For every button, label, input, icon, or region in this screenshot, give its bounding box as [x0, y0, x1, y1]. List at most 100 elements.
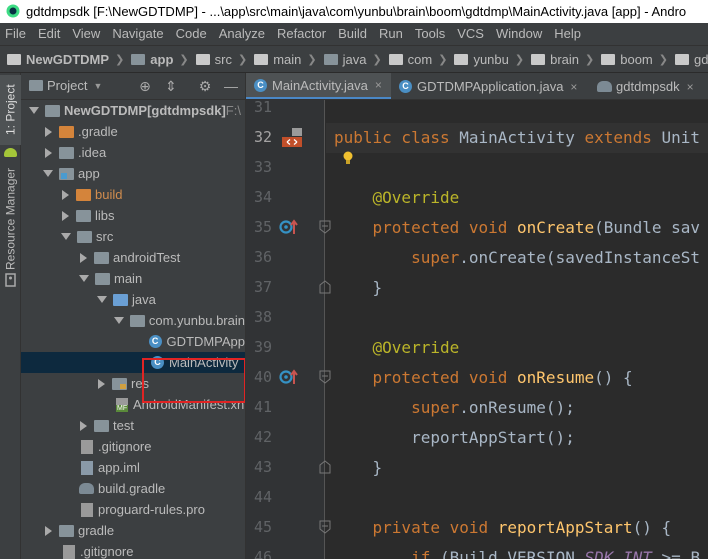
- project-icon: [29, 80, 43, 91]
- breadcrumb-item[interactable]: brain ❯: [524, 46, 594, 72]
- line-number: 34: [253, 188, 272, 206]
- close-icon[interactable]: ×: [375, 78, 382, 92]
- minimize-icon[interactable]: —: [223, 78, 239, 94]
- override-method-icon[interactable]: [279, 368, 301, 386]
- menu-vcs[interactable]: VCS: [451, 23, 490, 45]
- resource-folder-icon: [112, 377, 127, 390]
- tree-item-idea[interactable]: .idea: [21, 142, 245, 163]
- tree-item-gradle[interactable]: gradle: [21, 520, 245, 541]
- breadcrumb-item[interactable]: src ❯: [189, 46, 247, 72]
- menu-refactor[interactable]: Refactor: [271, 23, 332, 45]
- package-icon: [388, 54, 403, 65]
- tab-project[interactable]: 1: Project: [0, 75, 21, 145]
- project-view-selector[interactable]: Project ▼: [29, 78, 102, 93]
- tree-item-gdtdmpapp[interactable]: C GDTDMPApp: [21, 331, 245, 352]
- tree-item-test[interactable]: test: [21, 415, 245, 436]
- tree-item-package[interactable]: com.yunbu.brain: [21, 310, 245, 331]
- breadcrumb-label: yunbu: [473, 52, 509, 67]
- tree-item-build-gradle[interactable]: build.gradle: [21, 478, 245, 499]
- breadcrumb-item[interactable]: yunbu ❯: [447, 46, 524, 72]
- breadcrumb-item[interactable]: main ❯: [247, 46, 317, 72]
- class-hierarchy-icon[interactable]: [281, 126, 303, 148]
- locate-icon[interactable]: ⊕: [137, 78, 153, 94]
- tree-item-main[interactable]: main: [21, 268, 245, 289]
- breadcrumb-item[interactable]: gdtdmp❯: [668, 46, 708, 72]
- tree-item-build[interactable]: build: [21, 184, 245, 205]
- lightbulb-icon[interactable]: [342, 151, 354, 165]
- chevron-right-icon: [62, 189, 69, 200]
- menu-build[interactable]: Build: [332, 23, 373, 45]
- tree-item-root-gitignore[interactable]: .gitignore: [21, 541, 245, 559]
- menu-analyze[interactable]: Analyze: [213, 23, 271, 45]
- iml-file-icon: [81, 460, 93, 475]
- tree-label: main: [114, 271, 143, 286]
- module-folder-icon: [131, 54, 146, 65]
- breadcrumb-item[interactable]: com ❯: [382, 46, 448, 72]
- tree-item-java[interactable]: java: [21, 289, 245, 310]
- chevron-right-icon: [45, 525, 52, 536]
- folder-icon: [76, 188, 91, 201]
- source-folder-icon: [323, 54, 338, 65]
- override-method-icon[interactable]: [279, 218, 301, 236]
- menu-code[interactable]: Code: [170, 23, 213, 45]
- chevron-down-icon: [61, 233, 71, 240]
- chevron-right-icon: ❯: [658, 54, 668, 66]
- breadcrumb-label: src: [214, 52, 232, 67]
- folder-icon: [59, 125, 74, 138]
- chevron-right-icon: ❯: [372, 54, 382, 66]
- tree-label: androidTest: [113, 250, 181, 265]
- menu-navigate[interactable]: Navigate: [106, 23, 169, 45]
- tree-item-gradle-dir[interactable]: .gradle: [21, 121, 245, 142]
- chevron-right-icon: ❯: [438, 54, 448, 66]
- tree-item-proguard[interactable]: proguard-rules.pro: [21, 499, 245, 520]
- tree-item-res[interactable]: res: [21, 373, 245, 394]
- tab-label: gdtdmpsdk: [616, 79, 680, 94]
- menu-window[interactable]: Window: [490, 23, 548, 45]
- tab-gdtdmpapplication[interactable]: C GDTDMPApplication.java ×: [391, 73, 589, 99]
- menu-tools[interactable]: Tools: [409, 23, 451, 45]
- tree-item-libs[interactable]: libs: [21, 205, 245, 226]
- menu-file[interactable]: File: [0, 23, 32, 45]
- tree-item-app[interactable]: app: [21, 163, 245, 184]
- breadcrumb-item[interactable]: NewGDTDMP ❯: [0, 46, 124, 72]
- close-icon[interactable]: ×: [570, 80, 577, 94]
- chevron-right-icon: [80, 252, 87, 263]
- code-token: () {: [594, 368, 633, 387]
- folder-icon: [254, 54, 269, 65]
- tree-item-androidtest[interactable]: androidTest: [21, 247, 245, 268]
- menu-edit[interactable]: Edit: [32, 23, 66, 45]
- menu-run[interactable]: Run: [373, 23, 409, 45]
- tree-item-app-gitignore[interactable]: .gitignore: [21, 436, 245, 457]
- chevron-down-icon: [79, 275, 89, 282]
- menu-view[interactable]: View: [66, 23, 106, 45]
- code-editor[interactable]: public class MainActivity extends Unit @…: [326, 100, 708, 559]
- tab-label: MainActivity.java: [272, 77, 368, 93]
- breadcrumb-item[interactable]: boom ❯: [594, 46, 668, 72]
- line-number: 33: [253, 158, 272, 176]
- tree-item-mainactivity[interactable]: C MainActivity: [21, 352, 245, 373]
- text-file-icon: [81, 502, 93, 517]
- collapse-all-icon[interactable]: ⇕: [163, 78, 179, 94]
- breadcrumb-label: app: [150, 52, 174, 67]
- tree-item-app-iml[interactable]: app.iml: [21, 457, 245, 478]
- breadcrumb-item[interactable]: java ❯: [317, 46, 382, 72]
- tab-gdtdmpsdk[interactable]: gdtdmpsdk ×: [589, 73, 708, 99]
- chevron-right-icon: [98, 378, 105, 389]
- close-icon[interactable]: ×: [687, 80, 694, 94]
- breadcrumb-item[interactable]: app ❯: [124, 46, 189, 72]
- tree-item-src[interactable]: src: [21, 226, 245, 247]
- breadcrumb-label: brain: [550, 52, 580, 67]
- gear-icon[interactable]: ⚙: [197, 78, 213, 94]
- code-token: >= B: [651, 548, 701, 559]
- breadcrumb-label: boom: [620, 52, 653, 67]
- tab-resource-manager[interactable]: Resource Manager: [0, 159, 21, 279]
- tree-item-manifest[interactable]: AndroidManifest.xn: [21, 394, 245, 415]
- tree-item-root[interactable]: NewGDTDMP [gdtdmpsdk] F:\: [21, 100, 245, 121]
- menu-help[interactable]: Help: [548, 23, 587, 45]
- code-line: protected void onCreate(Bundle sav: [334, 213, 701, 243]
- tree-label: .gradle: [78, 124, 118, 139]
- code-token: super: [411, 248, 460, 267]
- chevron-right-icon: ❯: [179, 54, 189, 66]
- project-panel: Project ▼ ⊕ ⇕ ⚙ — NewGDTDMP [gdtdmpsdk] …: [21, 73, 245, 559]
- tree-label: .idea: [78, 145, 107, 160]
